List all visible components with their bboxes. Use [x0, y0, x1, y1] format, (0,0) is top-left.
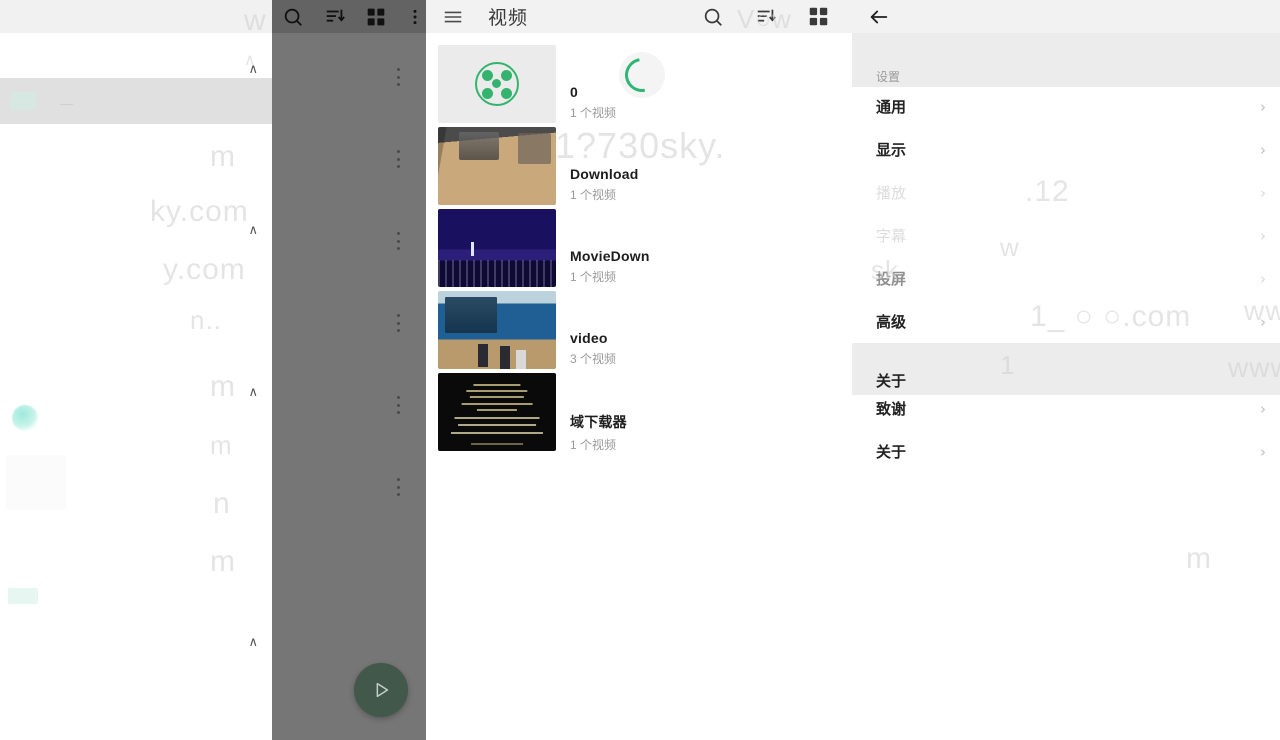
settings-item-label: 显示 [876, 142, 907, 159]
settings-item-credits[interactable]: 致谢 › [852, 387, 1280, 430]
settings-item-display[interactable]: 显示 › [852, 128, 1280, 171]
sort-icon[interactable] [755, 6, 777, 28]
settings-item-label: 关于 [876, 444, 907, 461]
grid-view-icon[interactable] [366, 7, 386, 27]
ghost-thumbnail [6, 455, 66, 510]
video-folder-row[interactable]: video 3 个视频 [426, 291, 852, 373]
folder-meta: MovieDown 1 个视频 [570, 248, 650, 285]
settings-item-label: 投屏 [876, 271, 907, 288]
row-overflow-icon[interactable] [396, 478, 400, 496]
film-reel-icon [475, 62, 519, 106]
settings-panel: 设置 通用 › 显示 › 播放 › 字幕 › 投屏 › 高级 › 关于 致谢 ›… [852, 0, 1280, 740]
folder-count: 1 个视频 [570, 106, 617, 120]
folder-meta: video 3 个视频 [570, 330, 616, 367]
page-title: 视频 [488, 8, 529, 29]
folder-name: video [570, 330, 608, 346]
overflow-menu-icon[interactable] [406, 7, 424, 27]
folder-meta: 域下载器 1 个视频 [570, 412, 627, 453]
ghost-appbar [0, 0, 272, 33]
settings-item-label: 字幕 [876, 228, 907, 245]
chevron-right-icon: › [1260, 97, 1266, 116]
settings-item-about[interactable]: 关于 › [852, 430, 1280, 473]
chevron-right-icon: › [1260, 269, 1266, 288]
chevron-right-icon: › [1260, 399, 1266, 418]
row-overflow-icon[interactable] [396, 68, 400, 86]
appbar-actions [702, 0, 852, 33]
chevron-up-icon[interactable]: ∧ [248, 386, 258, 399]
video-folder-row[interactable]: 0 1 个视频 [426, 45, 852, 127]
ghost-row[interactable]: ∧ [0, 186, 272, 242]
folder-name: MovieDown [570, 248, 650, 264]
play-fab[interactable] [354, 663, 408, 717]
folder-thumbnail[interactable] [438, 373, 556, 451]
sort-icon[interactable] [324, 6, 346, 28]
chevron-up-icon[interactable]: ∧ [248, 636, 258, 649]
folder-count: 1 个视频 [570, 188, 617, 202]
folder-meta: Download 1 个视频 [570, 166, 638, 203]
settings-item-subtitle[interactable]: 字幕 › [852, 214, 1280, 257]
settings-item-label: 通用 [876, 99, 907, 116]
ghost-row-selected[interactable]: — [0, 78, 272, 124]
settings-item-playback[interactable]: 播放 › [852, 171, 1280, 214]
video-folder-row[interactable]: MovieDown 1 个视频 [426, 209, 852, 291]
app-screenshot: ∧ — ∧ ∧ ∧ 视频 0 1 个视频 Download 1 个视频 Movi… [0, 0, 1280, 740]
folder-thumbnail[interactable] [438, 291, 556, 369]
ghost-row[interactable]: ∧ [0, 360, 272, 416]
settings-item-advanced[interactable]: 高级 › [852, 300, 1280, 343]
ghost-row[interactable]: ∧ [0, 610, 272, 666]
chevron-right-icon: › [1260, 140, 1266, 159]
search-icon[interactable] [702, 6, 724, 28]
folder-name: 域下载器 [570, 414, 627, 430]
folder-meta: 0 1 个视频 [570, 84, 616, 121]
settings-item-cast[interactable]: 投屏 › [852, 257, 1280, 300]
green-chip [8, 588, 38, 604]
mint-blob-decoration [12, 405, 38, 431]
row-overflow-icon[interactable] [396, 396, 400, 414]
chevron-right-icon: › [1260, 226, 1266, 245]
dimmed-video-panel [272, 0, 426, 740]
folder-count: 1 个视频 [570, 438, 617, 452]
row-overflow-icon[interactable] [396, 232, 400, 250]
chevron-right-icon: › [1260, 442, 1266, 461]
row-overflow-icon[interactable] [396, 150, 400, 168]
video-folder-list-panel: 视频 0 1 个视频 Download 1 个视频 MovieDown 1 个视… [426, 0, 852, 740]
folder-thumbnail[interactable] [438, 209, 556, 287]
folder-count: 3 个视频 [570, 352, 617, 366]
settings-section-header: 设置 [876, 70, 901, 84]
video-folder-row[interactable]: Download 1 个视频 [426, 127, 852, 209]
settings-item-label: 高级 [876, 314, 907, 331]
chevron-up-icon[interactable]: ∧ [248, 63, 258, 76]
folder-thumbnail[interactable] [438, 45, 556, 123]
grid-view-icon[interactable] [808, 6, 829, 27]
back-arrow-icon[interactable] [868, 6, 890, 28]
ghost-label: — [60, 96, 73, 111]
row-overflow-icon[interactable] [396, 314, 400, 332]
background-ghost-panel: ∧ — ∧ ∧ ∧ [0, 0, 272, 740]
settings-section-band [852, 33, 1280, 87]
settings-item-label: 播放 [876, 185, 907, 202]
settings-item-general[interactable]: 通用 › [852, 85, 1280, 128]
folder-count: 1 个视频 [570, 270, 617, 284]
hamburger-icon[interactable] [442, 6, 464, 28]
folder-name: 0 [570, 84, 578, 100]
search-icon[interactable] [282, 6, 304, 28]
chevron-up-icon[interactable]: ∧ [248, 224, 258, 237]
dimmed-appbar [272, 0, 426, 33]
video-folder-row[interactable]: 域下载器 1 个视频 [426, 373, 852, 455]
green-chip [10, 92, 36, 110]
folder-thumbnail[interactable] [438, 127, 556, 205]
chevron-right-icon: › [1260, 312, 1266, 331]
chevron-right-icon: › [1260, 183, 1266, 202]
settings-item-label: 致谢 [876, 401, 907, 418]
main-appbar: 视频 [426, 0, 852, 33]
settings-appbar [852, 0, 1280, 33]
folder-name: Download [570, 166, 639, 182]
